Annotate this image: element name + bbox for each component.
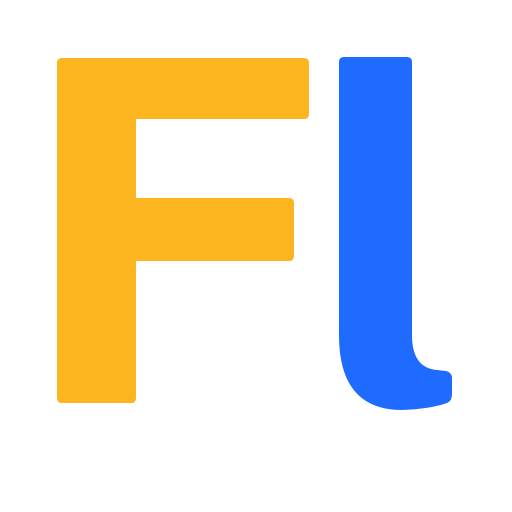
fl-logo [0,0,512,512]
fl-logo-svg [0,0,512,512]
